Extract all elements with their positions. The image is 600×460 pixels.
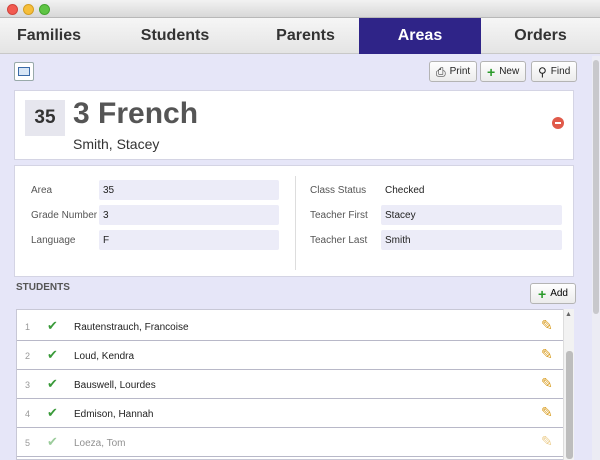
window-titlebar: [0, 0, 600, 18]
find-button-label: Find: [550, 66, 571, 77]
row-number: 2: [25, 351, 31, 361]
area-field-label: Area: [31, 185, 53, 196]
plus-icon: +: [487, 63, 496, 80]
class-status-value[interactable]: Checked: [385, 185, 424, 196]
tab-areas[interactable]: Areas: [359, 18, 481, 54]
list-item[interactable]: 3 ✔ Bauswell, Lourdes ✎: [17, 370, 563, 399]
pencil-icon[interactable]: ✎: [541, 317, 553, 334]
checkmark-icon: ✔: [47, 318, 58, 333]
row-number: 4: [25, 409, 31, 419]
scroll-up-arrow-icon[interactable]: ▲: [565, 311, 572, 318]
student-name: Edmison, Hannah: [74, 409, 154, 420]
row-number: 3: [25, 380, 31, 390]
teacher-last-field[interactable]: Smith: [381, 230, 562, 250]
printer-icon: ⎙: [436, 64, 446, 79]
find-button[interactable]: ⚲ Find: [531, 61, 578, 82]
close-window-button[interactable]: [7, 4, 18, 15]
list-item[interactable]: 2 ✔ Loud, Kendra ✎: [17, 341, 563, 370]
list-item[interactable]: 4 ✔ Edmison, Hannah ✎: [17, 399, 563, 428]
language-label: Language: [31, 235, 76, 246]
print-button-label: Print: [449, 66, 471, 77]
student-name: Loeza, Tom: [74, 438, 126, 449]
fields-divider: [295, 176, 296, 270]
tab-families[interactable]: Families: [0, 18, 98, 54]
student-name: Bauswell, Lourdes: [74, 380, 156, 391]
window-scroll-thumb[interactable]: [593, 60, 599, 314]
zoom-window-button[interactable]: [39, 4, 50, 15]
add-student-button[interactable]: + Add: [530, 283, 576, 304]
row-number: 5: [25, 438, 31, 448]
checkmark-icon: ✔: [47, 347, 58, 362]
delete-record-button[interactable]: [552, 117, 564, 129]
pencil-icon[interactable]: ✎: [541, 346, 553, 363]
layout-icon: [18, 67, 30, 76]
class-status-label: Class Status: [310, 185, 367, 196]
area-teacher-name: Smith, Stacey: [73, 136, 160, 152]
student-name: Loud, Kendra: [74, 351, 135, 362]
grade-number-field[interactable]: 3: [99, 205, 279, 225]
language-field[interactable]: F: [99, 230, 279, 250]
plus-icon: +: [538, 285, 547, 302]
pencil-icon[interactable]: ✎: [541, 375, 553, 392]
pencil-icon[interactable]: ✎: [541, 404, 553, 421]
row-number: 1: [25, 322, 31, 332]
main-tabs: Families Students Parents Areas Orders: [0, 18, 600, 54]
teacher-first-label: Teacher First: [310, 210, 368, 221]
students-section-title: STUDENTS: [16, 282, 70, 293]
magnifier-icon: ⚲: [538, 64, 547, 79]
area-fields-panel: Area 35 Grade Number 3 Language F Class …: [14, 165, 574, 277]
checkmark-icon: ✔: [47, 376, 58, 391]
pencil-icon[interactable]: ✎: [541, 433, 553, 450]
area-number-badge: 35: [25, 100, 65, 136]
area-field[interactable]: 35: [99, 180, 279, 200]
new-button[interactable]: + New: [480, 61, 527, 82]
students-list: 1 ✔ Rautenstrauch, Francoise ✎ 2 ✔ Loud,…: [16, 309, 574, 460]
list-item[interactable]: 1 ✔ Rautenstrauch, Francoise ✎: [17, 312, 563, 341]
student-name: Rautenstrauch, Francoise: [74, 322, 189, 333]
list-item[interactable]: 5 ✔ Loeza, Tom ✎: [17, 428, 563, 457]
checkmark-icon: ✔: [47, 405, 58, 420]
tab-students[interactable]: Students: [98, 18, 252, 54]
area-header-card: 35 3 French Smith, Stacey: [14, 90, 574, 160]
grade-number-label: Grade Number: [31, 210, 98, 221]
checkmark-icon: ✔: [47, 434, 58, 449]
tab-parents[interactable]: Parents: [252, 18, 359, 54]
add-student-label: Add: [550, 288, 568, 299]
layout-view-button[interactable]: [14, 62, 34, 81]
print-button[interactable]: ⎙ Print: [429, 61, 478, 82]
area-title: 3 French: [73, 97, 199, 130]
students-list-scrollbar[interactable]: ▲: [563, 309, 574, 460]
teacher-last-label: Teacher Last: [310, 235, 368, 246]
tab-orders[interactable]: Orders: [481, 18, 600, 54]
minimize-window-button[interactable]: [23, 4, 34, 15]
teacher-first-field[interactable]: Stacey: [381, 205, 562, 225]
students-scroll-thumb[interactable]: [566, 351, 573, 459]
window-scrollbar[interactable]: [592, 56, 600, 460]
new-button-label: New: [499, 66, 520, 77]
